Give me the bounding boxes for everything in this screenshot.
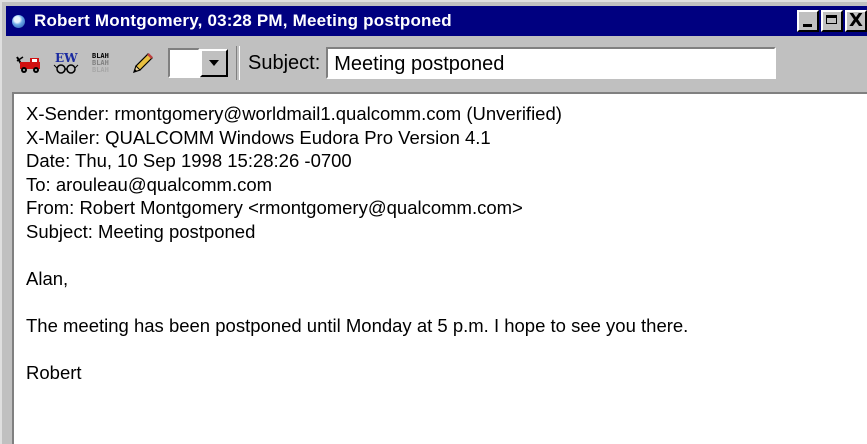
header-from: From: Robert Montgomery <rmontgomery@qua… bbox=[26, 197, 523, 218]
blah-icon: BLAH BLAH BLAH bbox=[92, 51, 109, 74]
ew-button[interactable]: EW bbox=[50, 47, 82, 79]
message-body[interactable]: X-Sender: rmontgomery@worldmail1.qualcom… bbox=[12, 92, 867, 444]
subject-label: Subject: bbox=[248, 51, 321, 74]
title-bar[interactable]: Robert Montgomery, 03:28 PM, Meeting pos… bbox=[6, 6, 867, 36]
window-title: Robert Montgomery, 03:28 PM, Meeting pos… bbox=[34, 11, 452, 30]
maximize-button[interactable] bbox=[821, 10, 843, 32]
signature: Robert bbox=[26, 361, 82, 383]
body-paragraph: The meeting has been postponed until Mon… bbox=[26, 314, 689, 336]
message-toolbar: EW BLAH BLAH BLAH Subject: Meeting postp… bbox=[6, 38, 867, 88]
toolbar-separator bbox=[236, 46, 240, 80]
tow-truck-icon bbox=[16, 56, 40, 73]
close-button[interactable]: X bbox=[845, 10, 867, 32]
svg-text:EW: EW bbox=[55, 51, 78, 65]
ew-glasses-icon: EW bbox=[53, 51, 79, 74]
tow-truck-button[interactable] bbox=[12, 47, 44, 79]
message-window: Robert Montgomery, 03:28 PM, Meeting pos… bbox=[0, 0, 867, 444]
header-subject: Subject: Meeting postponed bbox=[26, 220, 256, 242]
eudora-app-icon[interactable] bbox=[12, 14, 25, 28]
header-to: To: arouleau@qualcomm.com bbox=[26, 173, 273, 195]
header-x-sender: X-Sender: rmontgomery@worldmail1.qualcom… bbox=[26, 103, 562, 124]
minimize-button[interactable] bbox=[797, 10, 819, 32]
text-highlight-block bbox=[612, 135, 740, 157]
close-icon: X bbox=[849, 10, 863, 31]
minimize-icon bbox=[803, 24, 812, 27]
window-controls: X bbox=[795, 10, 867, 32]
maximize-icon bbox=[826, 15, 837, 24]
pencil-button[interactable] bbox=[126, 47, 158, 79]
blah-button[interactable]: BLAH BLAH BLAH bbox=[88, 47, 120, 79]
subject-field[interactable]: Meeting postponed bbox=[326, 47, 777, 79]
greeting: Alan, bbox=[26, 267, 69, 289]
priority-select[interactable] bbox=[168, 48, 200, 78]
priority-dropdown-button[interactable] bbox=[200, 49, 228, 77]
pencil-icon bbox=[133, 53, 153, 73]
